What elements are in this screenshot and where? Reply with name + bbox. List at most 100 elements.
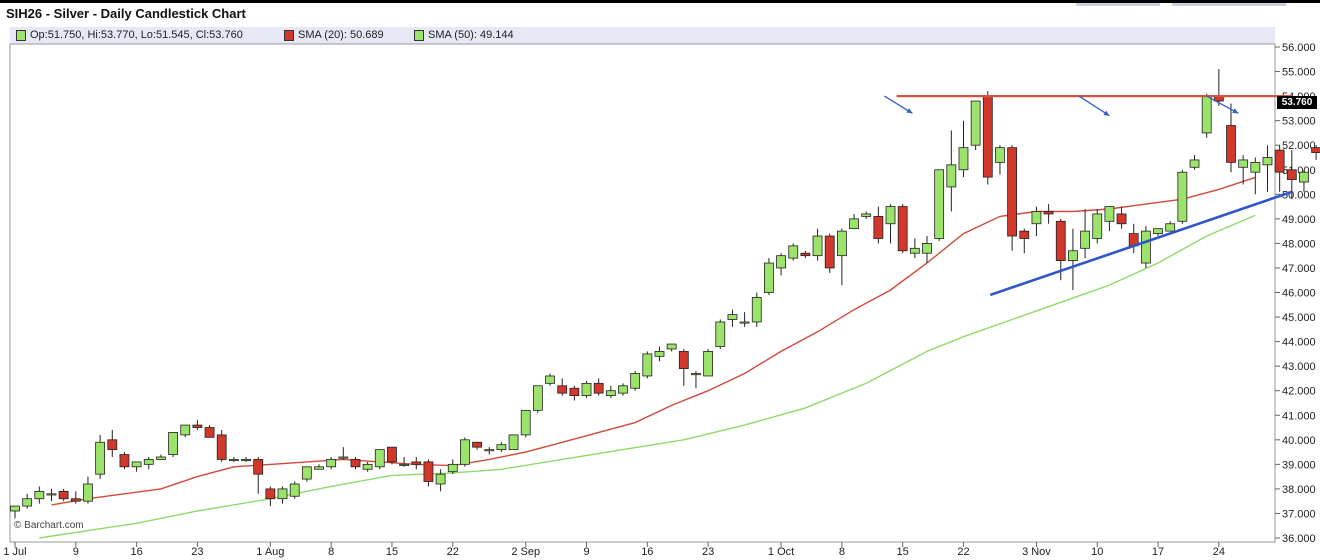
candlestick-chart: 56.00055.00054.00053.00052.00051.00050.0… — [3, 42, 1320, 558]
candle-body — [1080, 230, 1090, 249]
candle-body — [168, 432, 178, 455]
candle-body — [508, 434, 519, 451]
y-tick-label: 41.000 — [1282, 410, 1316, 422]
x-tick-label: 15 — [897, 546, 909, 558]
x-tick-label: 17 — [1152, 546, 1164, 558]
candle-body — [460, 439, 470, 465]
candle-body — [1116, 213, 1127, 225]
candle-body — [934, 169, 945, 239]
candle-body — [1055, 220, 1066, 261]
candle-body — [1019, 230, 1030, 239]
candle-body — [1007, 147, 1018, 237]
y-tick-label: 46.000 — [1282, 288, 1316, 300]
candle-body — [204, 427, 215, 438]
candle-body — [800, 252, 811, 257]
candle-body — [703, 351, 714, 377]
support-trendline — [989, 190, 1293, 297]
x-tick-label: 22 — [957, 546, 969, 558]
candle-body — [1250, 161, 1261, 173]
candle-body — [1165, 223, 1176, 232]
candle-body — [995, 147, 1005, 163]
candle-body — [678, 351, 689, 370]
candle-body — [399, 463, 410, 466]
candle-body — [253, 459, 264, 475]
candle-body — [1177, 171, 1188, 222]
barchart-credit: © Barchart.com — [14, 520, 84, 531]
candle-body — [496, 444, 507, 451]
candle-body — [593, 382, 604, 394]
candle-body — [666, 343, 677, 350]
candle-body — [642, 353, 653, 377]
x-tick-label: 23 — [191, 546, 203, 558]
candle-body — [34, 490, 45, 500]
y-tick-label: 53.000 — [1282, 116, 1316, 128]
candle-body — [1226, 125, 1236, 163]
candle-body — [265, 488, 276, 500]
candle-body — [545, 375, 555, 384]
y-tick-label: 40.000 — [1282, 435, 1316, 447]
candle-body — [119, 454, 130, 468]
candle-body — [314, 466, 324, 470]
candle-body — [1031, 211, 1042, 225]
candle-body — [654, 351, 665, 357]
candle-body — [776, 255, 786, 269]
x-tick-label: 9 — [583, 546, 589, 558]
x-tick-label: 16 — [130, 546, 142, 558]
candle-body — [1104, 206, 1115, 222]
x-tick-label: 10 — [1091, 546, 1103, 558]
candle-body — [581, 382, 592, 397]
x-tick-label: 8 — [328, 546, 334, 558]
candle-body — [435, 473, 446, 485]
candle-body — [472, 441, 482, 448]
candle-body — [22, 498, 33, 507]
candle-body — [849, 218, 859, 230]
annotation-arrow — [1078, 95, 1110, 117]
candle-body — [241, 459, 251, 462]
y-tick-label: 37.000 — [1282, 508, 1316, 520]
candle-body — [1068, 250, 1078, 261]
candle-body — [362, 463, 373, 470]
candle-body — [83, 483, 93, 502]
y-tick-label: 36.000 — [1282, 533, 1316, 545]
sma20-line — [51, 176, 1256, 506]
candle-body — [192, 424, 203, 428]
candle-body — [1140, 230, 1151, 264]
candle-body — [520, 409, 531, 436]
x-tick-label: 16 — [641, 546, 653, 558]
candle-body — [46, 493, 57, 496]
candle-body — [812, 235, 823, 257]
x-tick-label: 2 Sep — [511, 546, 540, 558]
candle-body — [180, 424, 191, 436]
candle-body — [715, 321, 726, 347]
x-tick-label: 22 — [447, 546, 459, 558]
candle-body — [1153, 228, 1163, 234]
y-tick-label: 56.000 — [1282, 42, 1316, 54]
candle-body — [532, 385, 543, 411]
y-tick-label: 55.000 — [1282, 67, 1316, 79]
y-tick-label: 42.000 — [1282, 386, 1316, 398]
candle-body — [1274, 149, 1285, 173]
candle-body — [885, 206, 896, 225]
candle-body — [447, 463, 458, 473]
candle-body — [970, 100, 981, 146]
candle-body — [982, 95, 993, 178]
candle-body — [350, 459, 361, 468]
candle-body — [277, 488, 288, 500]
candle-body — [338, 456, 349, 459]
candle-body — [326, 459, 337, 468]
candle-body — [70, 498, 81, 502]
candle-body — [958, 147, 969, 171]
candle-body — [1286, 169, 1297, 180]
candle-body — [897, 206, 908, 252]
candle-body — [618, 385, 628, 394]
x-tick-label: 1 Jul — [3, 546, 26, 558]
candle-body — [922, 242, 932, 254]
candle-body — [10, 505, 20, 512]
candle-body — [824, 235, 835, 269]
candle-body — [387, 446, 397, 463]
candle-body — [1262, 157, 1273, 166]
candle-body — [131, 461, 142, 468]
x-tick-label: 3 Nov — [1022, 546, 1051, 558]
x-tick-label: 1 Aug — [256, 546, 284, 558]
y-tick-label: 38.000 — [1282, 484, 1316, 496]
